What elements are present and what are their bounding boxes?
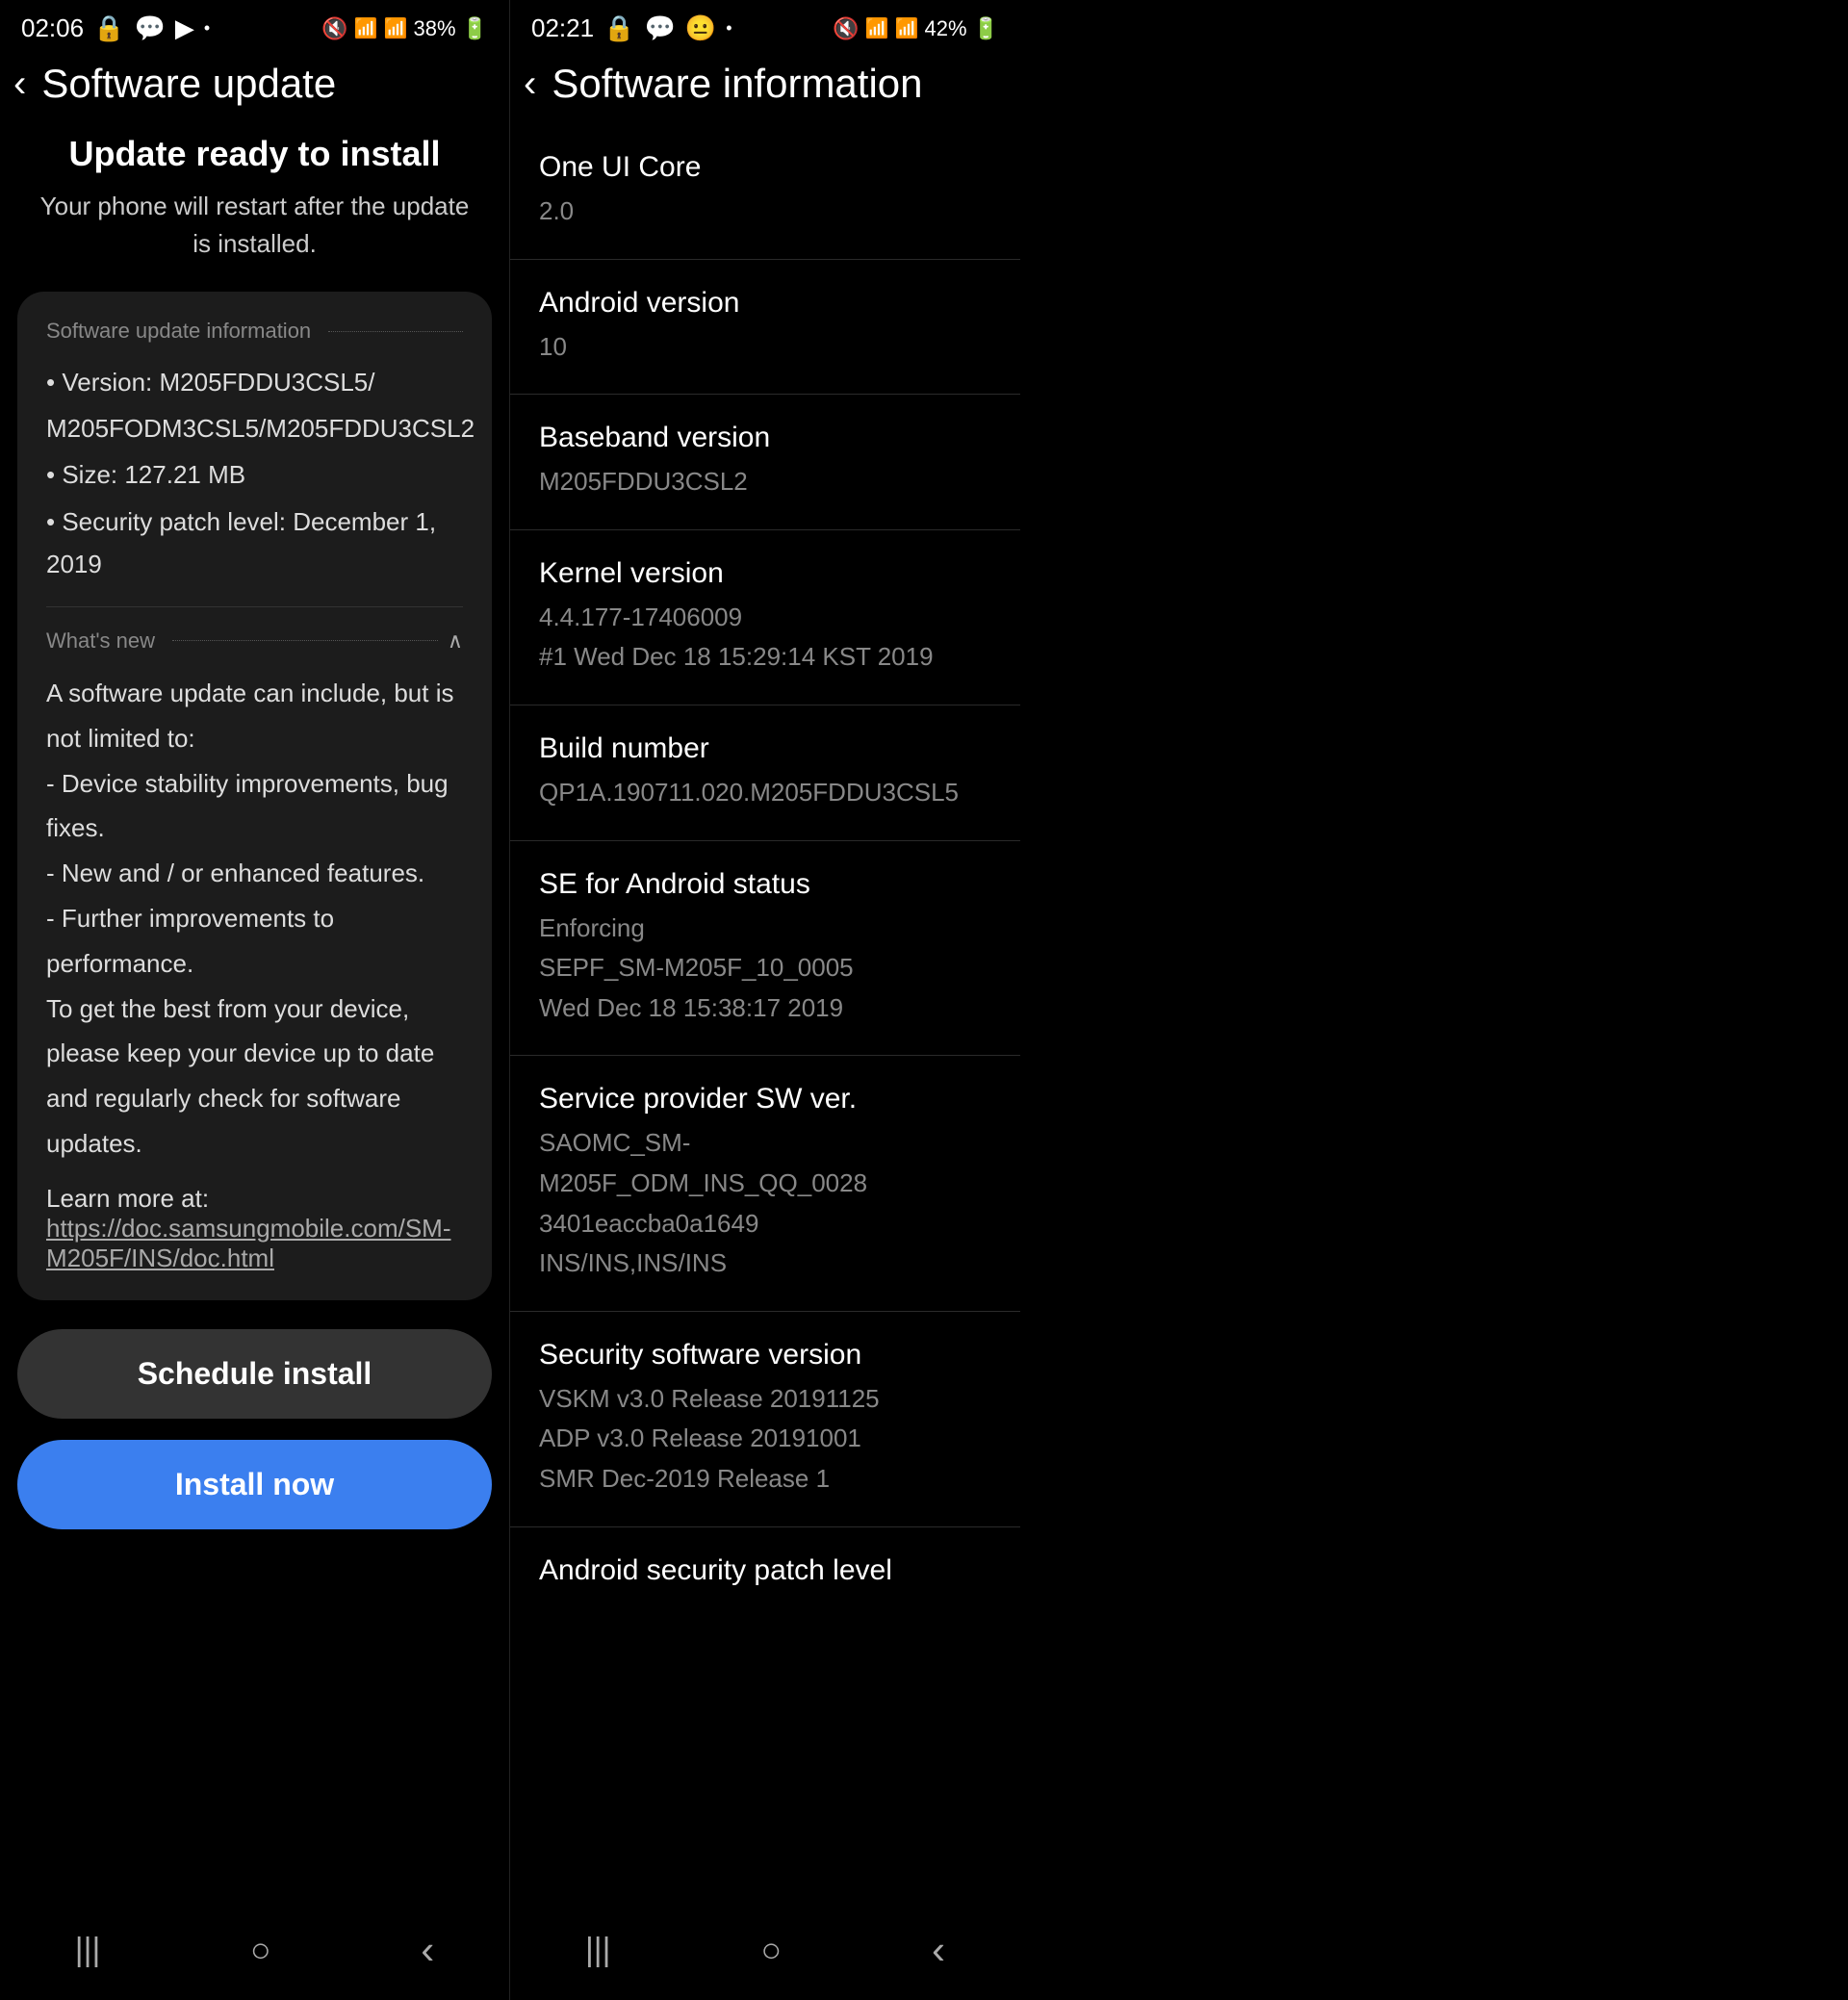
baseband-version-value: M205FDDU3CSL2	[539, 462, 991, 502]
table-row: Security software version VSKM v3.0 Rele…	[510, 1312, 1020, 1527]
table-row: Baseband version M205FDDU3CSL2	[510, 395, 1020, 530]
security-software-value: VSKM v3.0 Release 20191125 ADP v3.0 Rele…	[539, 1379, 991, 1500]
security-software-label: Security software version	[539, 1339, 991, 1372]
right-phone-screen: 02:21 🔒 💬 😐 • 🔇 📶 📶 42% 🔋 ‹ Software inf…	[510, 0, 1020, 2000]
left-time: 02:06	[21, 13, 84, 43]
se-android-value: Enforcing SEPF_SM-M205F_10_0005 Wed Dec …	[539, 909, 991, 1029]
left-status-bar: 02:06 🔒 💬 ▶ • 🔇 📶 📶 38% 🔋	[0, 0, 509, 51]
android-version-value: 10	[539, 327, 991, 368]
back-button[interactable]: ‹	[421, 1927, 434, 1973]
left-battery: 38%	[414, 16, 456, 41]
dot-icon: •	[204, 18, 210, 38]
android-security-patch-label: Android security patch level	[539, 1554, 991, 1587]
right-dot-icon: •	[726, 18, 732, 38]
build-number-label: Build number	[539, 732, 991, 765]
left-phone-screen: 02:06 🔒 💬 ▶ • 🔇 📶 📶 38% 🔋 ‹ Software upd…	[0, 0, 510, 2000]
version-line1: • Version: M205FDDU3CSL5/	[46, 361, 463, 403]
table-row: Build number QP1A.190711.020.M205FDDU3CS…	[510, 705, 1020, 841]
kernel-version-label: Kernel version	[539, 557, 991, 590]
right-main-content: One UI Core 2.0 Android version 10 Baseb…	[510, 124, 1020, 1910]
right-home-button[interactable]: ○	[760, 1930, 782, 1970]
security-patch-line: • Security patch level: December 1, 2019	[46, 500, 463, 585]
battery-icon: 🔋	[462, 16, 488, 41]
right-nav-bar: ||| ○ ‹	[510, 1910, 1020, 2000]
version-line2: M205FODM3CSL5/M205FDDU3CSL2	[46, 407, 463, 449]
service-provider-value: SAOMC_SM-M205F_ODM_INS_QQ_0028 3401eaccb…	[539, 1123, 991, 1283]
table-row: Service provider SW ver. SAOMC_SM-M205F_…	[510, 1056, 1020, 1311]
learn-more-label: Learn more at:	[46, 1184, 463, 1214]
whats-new-dotted	[172, 640, 438, 641]
right-mute-icon: 🔇	[833, 16, 859, 41]
learn-more-link[interactable]: https://doc.samsungmobile.com/SM-M205F/I…	[46, 1214, 463, 1273]
build-number-value: QP1A.190711.020.M205FDDU3CSL5	[539, 773, 991, 813]
home-button[interactable]: ○	[250, 1930, 271, 1970]
lock-icon: 🔒	[93, 13, 124, 43]
right-battery: 42%	[925, 16, 967, 41]
se-android-label: SE for Android status	[539, 868, 991, 901]
android-version-label: Android version	[539, 287, 991, 320]
one-ui-core-label: One UI Core	[539, 151, 991, 184]
mute-icon: 🔇	[321, 16, 347, 41]
kernel-version-value: 4.4.177-17406009 #1 Wed Dec 18 15:29:14 …	[539, 598, 991, 678]
right-back-nav-button[interactable]: ‹	[932, 1927, 945, 1973]
table-row: SE for Android status Enforcing SEPF_SM-…	[510, 841, 1020, 1057]
info-section-title: Software update information	[46, 319, 463, 344]
wifi-icon: 📶	[354, 16, 378, 40]
right-emoji-icon: 😐	[685, 13, 716, 43]
right-back-button[interactable]: ‹	[524, 64, 536, 103]
right-top-bar: ‹ Software information	[510, 51, 1020, 124]
table-row: Android version 10	[510, 260, 1020, 396]
recents-button[interactable]: |||	[75, 1932, 101, 1969]
service-provider-label: Service provider SW ver.	[539, 1083, 991, 1115]
table-row: Android security patch level	[510, 1527, 1020, 1606]
whats-new-content: A software update can include, but is no…	[46, 671, 463, 1167]
install-now-button[interactable]: Install now	[17, 1440, 492, 1529]
one-ui-core-value: 2.0	[539, 192, 991, 232]
left-main-content: Update ready to install Your phone will …	[0, 124, 509, 1910]
right-page-title: Software information	[552, 61, 922, 107]
left-nav-bar: ||| ○ ‹	[0, 1910, 509, 2000]
right-battery-icon: 🔋	[973, 16, 999, 41]
right-whatsapp-icon: 💬	[644, 13, 675, 43]
update-subtitle: Your phone will restart after the update…	[0, 188, 509, 263]
play-icon: ▶	[175, 13, 194, 43]
software-info-card: Software update information • Version: M…	[17, 292, 492, 1300]
right-time: 02:21	[531, 13, 594, 43]
left-top-bar: ‹ Software update	[0, 51, 509, 124]
right-signal-icon: 📶	[895, 16, 919, 40]
left-back-button[interactable]: ‹	[13, 64, 26, 103]
table-row: One UI Core 2.0	[510, 124, 1020, 260]
baseband-version-label: Baseband version	[539, 422, 991, 454]
card-divider	[46, 606, 463, 607]
whats-new-header: What's new ∧	[46, 628, 463, 654]
software-info-list: One UI Core 2.0 Android version 10 Baseb…	[510, 124, 1020, 1606]
chevron-up-icon[interactable]: ∧	[448, 628, 463, 654]
left-page-title: Software update	[41, 61, 336, 107]
update-ready-title: Update ready to install	[68, 134, 440, 174]
right-status-bar: 02:21 🔒 💬 😐 • 🔇 📶 📶 42% 🔋	[510, 0, 1020, 51]
whatsapp-icon: 💬	[134, 13, 165, 43]
right-wifi-icon: 📶	[865, 16, 889, 40]
action-buttons: Schedule install Install now	[0, 1300, 509, 1549]
dotted-divider	[328, 331, 463, 332]
right-lock-icon: 🔒	[603, 13, 634, 43]
table-row: Kernel version 4.4.177-17406009 #1 Wed D…	[510, 530, 1020, 705]
size-line: • Size: 127.21 MB	[46, 453, 463, 496]
signal-icon: 📶	[384, 16, 408, 40]
schedule-install-button[interactable]: Schedule install	[17, 1329, 492, 1419]
right-recents-button[interactable]: |||	[585, 1932, 611, 1969]
